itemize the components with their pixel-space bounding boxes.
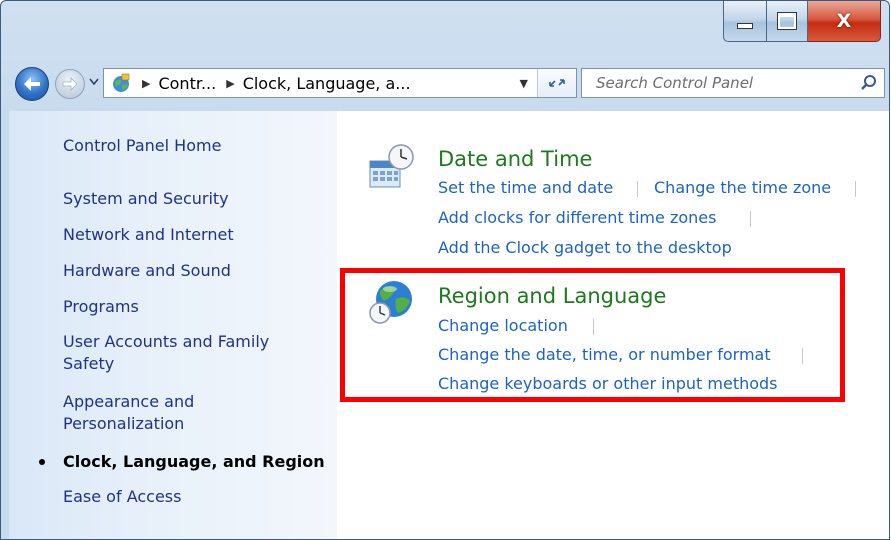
sidebar-item-clock-language-region: Clock, Language, and Region <box>39 451 333 473</box>
close-button[interactable]: X <box>808 1 881 42</box>
address-dropdown-icon[interactable]: ▼ <box>520 77 528 90</box>
sidebar-item-hardware-sound[interactable]: Hardware and Sound <box>63 260 333 282</box>
minimize-icon <box>737 23 753 29</box>
close-icon: X <box>836 10 852 32</box>
sidebar: Control Panel Home System and Security N… <box>9 111 337 539</box>
breadcrumb-separator[interactable]: ▶ <box>226 77 234 90</box>
category-title-date-time[interactable]: Date and Time <box>438 147 592 171</box>
breadcrumb-separator[interactable]: ▶ <box>142 77 150 90</box>
link-add-clocks[interactable]: Add clocks for different time zones <box>438 208 716 227</box>
calendar-clock-icon[interactable] <box>368 143 416 191</box>
link-separator <box>750 211 751 227</box>
chevron-down-icon <box>89 78 99 86</box>
minimize-button[interactable] <box>723 1 767 42</box>
sidebar-item-ease-of-access[interactable]: Ease of Access <box>63 486 333 508</box>
refresh-icon <box>549 79 565 87</box>
breadcrumb: ▶ Contr... ▶ Clock, Language, a... <box>132 74 411 93</box>
control-panel-icon <box>113 73 130 92</box>
control-panel-window: X ▶ Contr... ▶ Clock, Language, a... ▼ S… <box>0 0 890 540</box>
search-icon[interactable] <box>860 74 878 92</box>
forward-button[interactable] <box>55 69 85 99</box>
link-change-time-zone[interactable]: Change the time zone <box>654 178 831 197</box>
maximize-icon <box>777 12 797 30</box>
current-page-bullet <box>39 459 45 465</box>
search-box[interactable]: Search Control Panel <box>581 68 885 98</box>
back-arrow-icon <box>24 77 40 91</box>
window-frame-edge <box>1 111 9 539</box>
forward-arrow-icon <box>62 77 78 91</box>
maximize-button[interactable] <box>767 1 808 42</box>
link-set-time-date[interactable]: Set the time and date <box>438 178 613 197</box>
link-add-clock-gadget[interactable]: Add the Clock gadget to the desktop <box>438 238 732 257</box>
sidebar-item-appearance[interactable]: Appearance and Personalization <box>63 391 263 435</box>
breadcrumb-clock-language-region[interactable]: Clock, Language, a... <box>243 74 411 93</box>
link-separator <box>637 181 638 197</box>
sidebar-item-network-internet[interactable]: Network and Internet <box>63 224 333 246</box>
breadcrumb-control-panel[interactable]: Contr... <box>158 74 216 93</box>
navigation-bar: ▶ Contr... ▶ Clock, Language, a... ▼ Sea… <box>1 61 889 105</box>
content-area: Control Panel Home System and Security N… <box>9 111 889 539</box>
back-button[interactable] <box>15 67 49 101</box>
search-input[interactable]: Search Control Panel <box>596 74 753 92</box>
address-bar[interactable]: ▶ Contr... ▶ Clock, Language, a... ▼ <box>103 68 577 98</box>
recent-pages-button[interactable] <box>87 75 101 89</box>
highlight-annotation-box <box>340 268 845 402</box>
sidebar-item-programs[interactable]: Programs <box>63 296 333 318</box>
refresh-button[interactable] <box>537 69 576 97</box>
sidebar-item-label: Clock, Language, and Region <box>63 452 325 471</box>
caption-buttons: X <box>723 1 881 42</box>
sidebar-item-user-accounts[interactable]: User Accounts and Family Safety <box>63 331 303 375</box>
sidebar-item-system-security[interactable]: System and Security <box>63 188 333 210</box>
link-separator <box>855 181 856 197</box>
sidebar-item-control-panel-home[interactable]: Control Panel Home <box>63 135 333 157</box>
